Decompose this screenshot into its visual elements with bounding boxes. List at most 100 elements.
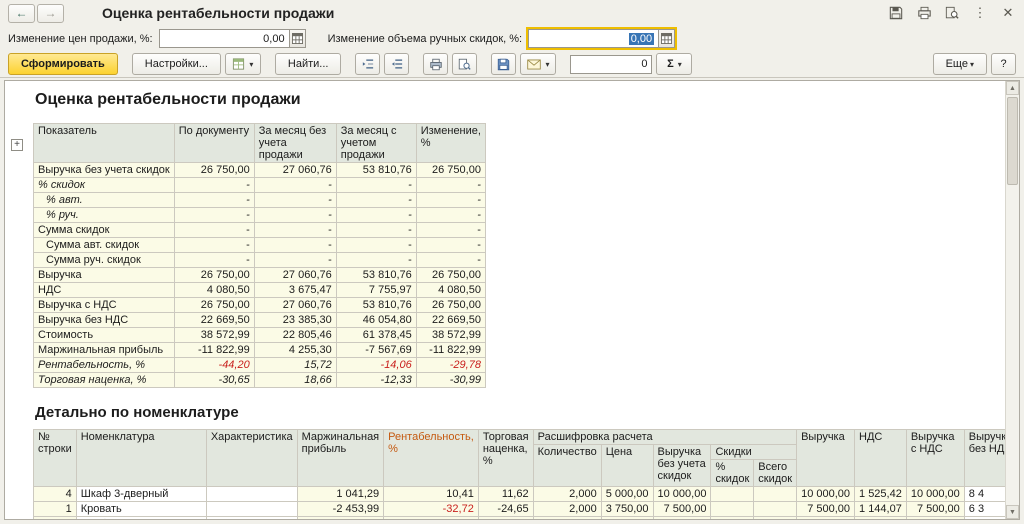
print-button[interactable] (423, 53, 449, 75)
summary-cell[interactable]: 18,66 (253, 372, 337, 388)
detail-col-line-no[interactable]: № строки (33, 429, 77, 487)
detail-cell[interactable]: 8 4 (963, 486, 1005, 502)
summary-cell[interactable]: - (415, 207, 486, 223)
detail-cell[interactable]: 7 500,00 (652, 501, 712, 517)
detail-cell[interactable]: 7 500,00 (905, 501, 965, 517)
preview-button[interactable] (452, 53, 478, 75)
detail-cell[interactable]: 5 000,00 (600, 486, 654, 502)
summary-cell[interactable]: 7 755,97 (335, 282, 417, 298)
summary-row-label[interactable]: Стоимость (33, 327, 175, 343)
detail-cell[interactable]: -2 453,99 (296, 501, 385, 517)
settings-button[interactable]: Настройки... (131, 53, 221, 75)
summary-cell[interactable]: 26 750,00 (415, 297, 486, 313)
detail-cell[interactable]: Шкаф 3-дверный (75, 486, 207, 502)
detail-cell[interactable]: 3 (33, 516, 77, 519)
summary-col-change[interactable]: Изменение, % (415, 123, 486, 163)
summary-cell[interactable]: - (173, 177, 255, 193)
detail-cell[interactable]: 1 (33, 501, 77, 517)
discount-change-input[interactable]: 0,00 (528, 29, 659, 48)
summary-cell[interactable]: -7 567,69 (335, 342, 417, 358)
summary-cell[interactable]: 38 572,99 (415, 327, 486, 343)
summary-cell[interactable]: 22 805,46 (253, 327, 337, 343)
summary-cell[interactable]: - (335, 252, 417, 268)
detail-cell[interactable]: -43,93 (477, 516, 534, 519)
summary-cell[interactable]: 53 810,76 (335, 267, 417, 283)
summary-cell[interactable]: - (335, 207, 417, 223)
summary-cell[interactable]: - (253, 252, 337, 268)
summary-cell[interactable]: - (173, 192, 255, 208)
detail-cell[interactable]: 6 000,00 (652, 516, 712, 519)
close-icon[interactable]: ✕ (1000, 5, 1016, 21)
detail-col-rentability[interactable]: Рентабельность, % (383, 429, 479, 487)
summary-cell[interactable]: - (415, 192, 486, 208)
summary-cell[interactable]: 23 385,30 (253, 312, 337, 328)
summary-cell[interactable]: 26 750,00 (173, 297, 255, 313)
summary-cell[interactable]: - (253, 222, 337, 238)
summary-row-label[interactable]: Выручка без НДС (33, 312, 175, 328)
detail-cell[interactable]: 2,000 (532, 501, 602, 517)
detail-cell[interactable] (205, 486, 298, 502)
detail-col-margin[interactable]: Маржинальная прибыль (296, 429, 385, 487)
summary-cell[interactable]: -44,20 (173, 357, 255, 373)
detail-cell[interactable] (205, 501, 298, 517)
summary-cell[interactable]: -14,06 (335, 357, 417, 373)
save-icon[interactable] (888, 5, 904, 21)
detail-col-disc-total[interactable]: Всего скидок (753, 459, 798, 487)
summary-cell[interactable]: 4 255,30 (253, 342, 337, 358)
detail-cell[interactable]: Тумбочка прикроватная (75, 516, 207, 519)
summary-cell[interactable]: - (253, 192, 337, 208)
collapse-groups-button[interactable] (384, 53, 410, 75)
detail-col-revenue-vat[interactable]: Выручка с НДС (905, 429, 965, 487)
summary-col-month-without[interactable]: За месяц без учета продажи (253, 123, 337, 163)
scrollbar-thumb[interactable] (1007, 97, 1018, 185)
detail-cell[interactable]: 6 000,00 (905, 516, 965, 519)
detail-cell[interactable]: 3 750,00 (600, 501, 654, 517)
summary-row-label[interactable]: Маржинальная прибыль (33, 342, 175, 358)
detail-col-revenue-no-vat[interactable]: Выручка без НД (963, 429, 1005, 487)
back-button[interactable]: ← (8, 3, 35, 23)
summary-cell[interactable]: -29,78 (415, 357, 486, 373)
summary-cell[interactable]: -30,99 (415, 372, 486, 388)
detail-cell[interactable]: 5 0 (963, 516, 1005, 519)
detail-cell[interactable]: -32,72 (383, 501, 479, 517)
detail-cell[interactable]: 915,25 (854, 516, 907, 519)
detail-cell[interactable]: 6 3 (963, 501, 1005, 517)
menu-kebab-icon[interactable]: ⋮ (972, 5, 988, 21)
summary-cell[interactable]: 26 750,00 (415, 162, 486, 178)
summary-cell[interactable]: 26 750,00 (415, 267, 486, 283)
detail-cell[interactable]: 4,000 (532, 516, 602, 519)
detail-cell[interactable]: 1 144,07 (854, 501, 907, 517)
summary-cell[interactable]: - (173, 237, 255, 253)
summary-col-month-with[interactable]: За месяц с учетом продажи (335, 123, 417, 163)
detail-cell[interactable]: 1 041,29 (296, 486, 385, 502)
detail-cell[interactable]: 6 000,00 (796, 516, 856, 519)
summary-cell[interactable]: 4 080,50 (415, 282, 486, 298)
summary-cell[interactable]: -11 822,99 (415, 342, 486, 358)
detail-col-markup[interactable]: Торговая наценка, % (477, 429, 534, 487)
detail-col-revenue[interactable]: Выручка (796, 429, 856, 487)
detail-cell[interactable]: -24,65 (477, 501, 534, 517)
summary-row-label[interactable]: Выручка с НДС (33, 297, 175, 313)
summary-cell[interactable]: 27 060,76 (253, 162, 337, 178)
detail-cell[interactable] (710, 486, 755, 502)
detail-cell[interactable]: -78,36 (383, 516, 479, 519)
find-button[interactable]: Найти... (274, 53, 342, 75)
summary-cell[interactable]: 3 675,47 (253, 282, 337, 298)
detail-cell[interactable]: 10 000,00 (796, 486, 856, 502)
detail-col-disc-pct[interactable]: % скидок (710, 459, 755, 487)
summary-row-label[interactable]: Сумма авт. скидок (33, 237, 175, 253)
scrollbar-up-button[interactable]: ▲ (1006, 81, 1019, 95)
detail-cell[interactable]: 10 000,00 (905, 486, 965, 502)
summary-row-label[interactable]: НДС (33, 282, 175, 298)
detail-col-quantity[interactable]: Количество (532, 444, 602, 487)
detail-cell[interactable]: 10,41 (383, 486, 479, 502)
detail-col-nomenclature[interactable]: Номенклатура (75, 429, 207, 487)
summary-cell[interactable]: - (335, 192, 417, 208)
detail-cell[interactable]: 4 (33, 486, 77, 502)
detail-cell[interactable]: 1 500,00 (600, 516, 654, 519)
summary-cell[interactable]: 22 669,50 (173, 312, 255, 328)
summary-cell[interactable]: - (335, 222, 417, 238)
detail-col-revenue-no-disc[interactable]: Выручка без учета скидок (652, 444, 712, 487)
detail-col-calc-group[interactable]: Расшифровка расчета (532, 429, 798, 445)
scrollbar-down-button[interactable]: ▼ (1006, 505, 1019, 519)
